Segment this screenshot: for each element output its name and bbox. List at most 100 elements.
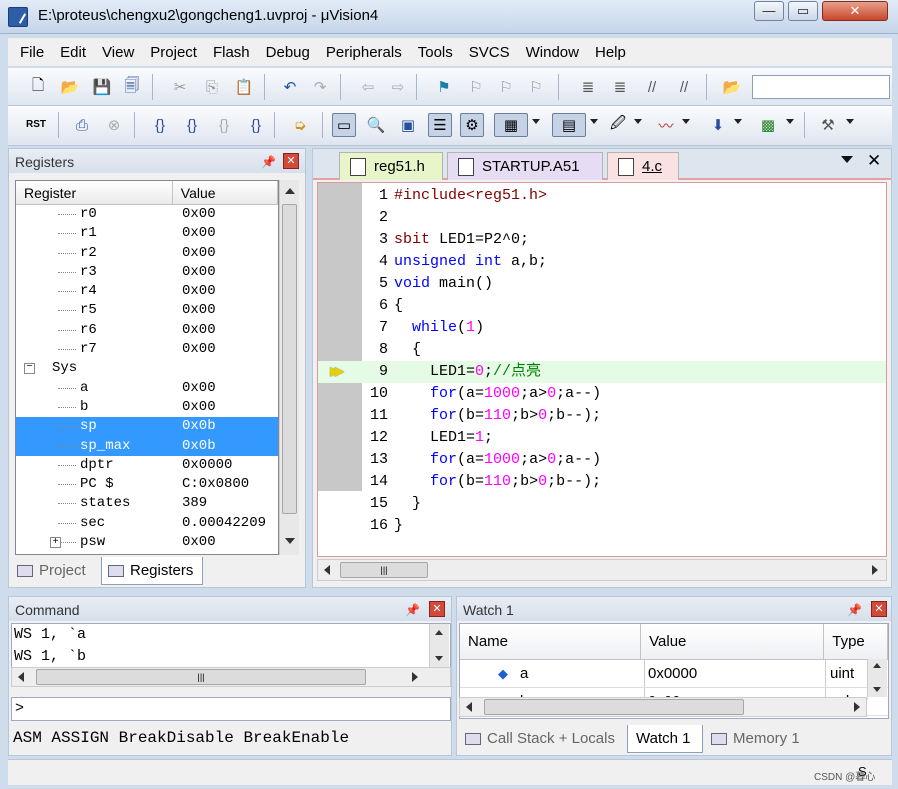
close-button[interactable]: ✕ — [822, 1, 888, 21]
register-row[interactable]: b 0x00 — [16, 398, 278, 417]
open-file-icon[interactable]: 📂 — [58, 75, 82, 99]
copy-icon[interactable]: ⎘ — [200, 75, 224, 99]
register-group-sys[interactable]: − Sys — [16, 359, 278, 378]
command-vscroll[interactable] — [429, 624, 449, 668]
analysis-window-icon[interactable]: 〰 — [654, 113, 678, 137]
code-line[interactable]: 10 for(a=1000;a>0;a--) — [318, 383, 886, 405]
register-value[interactable]: 0x0b — [182, 437, 216, 456]
code-line[interactable]: 16} — [318, 515, 886, 537]
code-line[interactable]: 5 void main() — [318, 273, 886, 295]
paste-icon[interactable]: 📋 — [232, 75, 256, 99]
tab-list-dropdown-icon[interactable] — [841, 156, 853, 163]
system-viewer-icon[interactable]: ▩ — [756, 113, 780, 137]
code-line[interactable]: 13 for(a=1000;a>0;a--) — [318, 449, 886, 471]
col-name[interactable]: Name — [460, 624, 642, 659]
save-all-icon[interactable]: 🗐 — [120, 75, 144, 99]
watch-vscroll[interactable] — [867, 659, 887, 697]
code-line[interactable]: 9 LED1=0;//点亮 ▶▶ — [318, 361, 886, 383]
registers-vscroll[interactable] — [279, 180, 299, 555]
comment-icon[interactable]: // — [640, 75, 664, 99]
menu-item[interactable]: View — [94, 44, 142, 61]
menu-item[interactable]: Window — [518, 44, 587, 61]
register-value[interactable]: 0x00 — [182, 205, 216, 224]
serial-dropdown-icon[interactable] — [634, 119, 642, 124]
watch-dropdown-icon[interactable] — [532, 119, 540, 124]
register-row[interactable]: sp 0x0b — [16, 417, 278, 437]
save-icon[interactable]: 💾 — [90, 75, 114, 99]
step-over-icon[interactable]: {} — [180, 113, 204, 137]
register-row[interactable]: r1 0x00 — [16, 224, 278, 243]
close-icon[interactable]: ✕ — [283, 153, 299, 169]
find-in-files-icon[interactable]: 📂 — [720, 75, 744, 99]
uncomment-icon[interactable]: // — [672, 75, 696, 99]
code-line[interactable]: 15 } — [318, 493, 886, 515]
register-row[interactable]: states 389 — [16, 494, 278, 513]
tab-project[interactable]: Project — [11, 557, 99, 585]
register-value[interactable]: 0x00 — [182, 301, 216, 320]
pin-icon[interactable]: 📌 — [405, 603, 420, 617]
register-value[interactable]: 0x00 — [182, 533, 216, 552]
collapse-icon[interactable]: − — [24, 363, 35, 375]
register-row[interactable]: a 0x00 — [16, 379, 278, 398]
menu-item[interactable]: Help — [587, 44, 634, 61]
step-into-icon[interactable]: {} — [148, 113, 172, 137]
code-line[interactable]: 1 #include<reg51.h> — [318, 185, 886, 207]
code-editor[interactable]: 1 #include<reg51.h> 2 3 sbit LED1=P2^0; 4 unsi… — [317, 182, 887, 557]
register-row[interactable]: r0 0x00 — [16, 205, 278, 224]
menu-item[interactable]: Peripherals — [318, 44, 410, 61]
register-row[interactable]: r4 0x00 — [16, 282, 278, 301]
reset-cpu-button[interactable]: RST — [24, 113, 48, 137]
watch-window-icon[interactable]: ▦ — [494, 113, 528, 137]
register-row[interactable]: r6 0x00 — [16, 321, 278, 340]
clear-bookmarks-icon[interactable]: ⚐ — [524, 75, 548, 99]
register-row[interactable]: sp_max 0x0b — [16, 436, 278, 456]
code-line[interactable]: 4 unsigned int a,b; — [318, 251, 886, 273]
register-value[interactable]: 0x00 — [182, 282, 216, 301]
watch-name[interactable]: a — [520, 660, 528, 688]
register-row[interactable]: r3 0x00 — [16, 263, 278, 282]
step-out-icon[interactable]: {} — [212, 113, 236, 137]
run-to-cursor-icon[interactable]: {} — [244, 113, 268, 137]
watch-value[interactable]: 0x0000 — [644, 660, 826, 687]
close-icon[interactable]: ✕ — [871, 601, 887, 617]
register-value[interactable]: 0x0000 — [182, 456, 232, 475]
editor-hscroll[interactable]: ||| — [317, 559, 887, 581]
register-row[interactable]: r2 0x00 — [16, 244, 278, 263]
menu-item[interactable]: Debug — [258, 44, 318, 61]
watch-hscroll[interactable] — [459, 697, 867, 717]
tab-startup-a51[interactable]: STARTUP.A51 — [447, 152, 603, 180]
code-line[interactable]: 2 — [318, 207, 886, 229]
unindent-icon[interactable]: ≣ — [608, 75, 632, 99]
tab-memory-1[interactable]: Memory 1 — [705, 725, 815, 753]
watch-row[interactable]: ◆ a 0x0000 uint — [460, 660, 888, 688]
nav-back-icon[interactable]: ⇦ — [356, 75, 380, 99]
bookmark-icon[interactable]: ⚑ — [432, 75, 456, 99]
register-value[interactable]: C:0x0800 — [182, 475, 249, 494]
find-combo-input[interactable] — [752, 75, 890, 99]
analysis-dropdown-icon[interactable] — [682, 119, 690, 124]
code-line[interactable]: 12 LED1=1; — [318, 427, 886, 449]
new-file-icon[interactable]: 🗋 — [26, 75, 50, 99]
toolbox-icon[interactable]: ⚒ — [816, 113, 840, 137]
code-line[interactable]: 11 for(b=110;b>0;b--); — [318, 405, 886, 427]
register-row[interactable]: dptr 0x0000 — [16, 456, 278, 475]
register-value[interactable]: 0x00 — [182, 398, 216, 417]
register-row[interactable]: sec 0.00042209 — [16, 514, 278, 533]
code-line[interactable]: 7 while(1) — [318, 317, 886, 339]
redo-icon[interactable]: ↷ — [308, 75, 332, 99]
menu-item[interactable]: SVCS — [461, 44, 518, 61]
pin-icon[interactable]: 📌 — [261, 155, 276, 169]
tab-watch-1[interactable]: Watch 1 — [627, 725, 703, 753]
trace-window-icon[interactable]: ⬇ — [706, 113, 730, 137]
pin-icon[interactable]: 📌 — [847, 603, 862, 617]
show-next-statement-icon[interactable]: ➭ — [288, 113, 312, 137]
col-value[interactable]: Value — [641, 624, 825, 659]
register-row[interactable]: PC $ C:0x0800 — [16, 475, 278, 494]
register-row[interactable]: r7 0x00 — [16, 340, 278, 359]
memory-window-icon[interactable]: ▤ — [552, 113, 586, 137]
register-value[interactable]: 0x00 — [182, 340, 216, 359]
minimize-button[interactable]: — — [754, 1, 784, 21]
close-tab-icon[interactable]: ✕ — [867, 151, 881, 171]
system-viewer-dropdown-icon[interactable] — [786, 119, 794, 124]
register-value[interactable]: 389 — [182, 494, 207, 513]
